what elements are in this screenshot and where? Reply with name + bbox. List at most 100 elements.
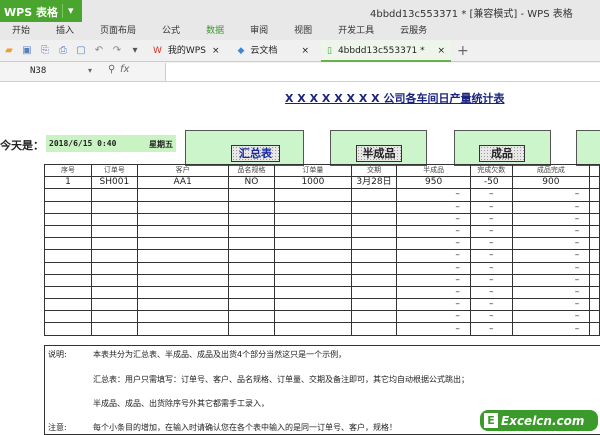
table-cell[interactable] bbox=[589, 188, 600, 202]
date-cell[interactable]: 2018/6/15 0:40 星期五 bbox=[46, 135, 176, 152]
table-cell[interactable]: – bbox=[396, 200, 471, 214]
column-header[interactable]: 订单号 bbox=[91, 163, 138, 178]
chevron-down-icon[interactable]: ▾ bbox=[88, 66, 92, 75]
more-dropdown-icon[interactable]: ▾ bbox=[129, 45, 141, 57]
table-cell[interactable]: – bbox=[469, 249, 513, 263]
table-cell[interactable] bbox=[43, 322, 93, 336]
column-header[interactable]: 成品完成 bbox=[511, 163, 591, 178]
menu-insert[interactable]: 插入 bbox=[56, 22, 74, 40]
table-cell[interactable] bbox=[227, 298, 276, 312]
table-cell[interactable]: – bbox=[511, 224, 591, 239]
table-cell[interactable] bbox=[136, 188, 229, 202]
table-cell[interactable]: – bbox=[396, 261, 471, 275]
tab-my-wps[interactable]: W 我的WPS × bbox=[147, 40, 226, 62]
table-cell[interactable]: – bbox=[511, 310, 591, 324]
table-cell[interactable] bbox=[227, 310, 276, 324]
table-cell[interactable] bbox=[350, 298, 398, 312]
table-cell[interactable] bbox=[589, 273, 600, 287]
table-cell[interactable] bbox=[589, 261, 600, 275]
table-cell[interactable] bbox=[350, 224, 398, 239]
close-icon[interactable]: × bbox=[212, 40, 220, 62]
table-cell[interactable]: – bbox=[469, 273, 513, 287]
fx-icon[interactable]: fx bbox=[120, 64, 129, 75]
table-cell[interactable] bbox=[91, 212, 138, 226]
table-cell[interactable] bbox=[227, 188, 276, 202]
table-cell[interactable] bbox=[136, 298, 229, 312]
table-cell[interactable] bbox=[136, 224, 229, 239]
table-cell[interactable]: – bbox=[511, 237, 591, 251]
table-cell[interactable] bbox=[91, 200, 138, 214]
table-cell[interactable] bbox=[227, 261, 276, 275]
table-cell[interactable] bbox=[136, 261, 229, 275]
table-cell[interactable] bbox=[589, 298, 600, 312]
column-header[interactable]: 完成欠数 bbox=[469, 163, 513, 178]
table-cell[interactable]: SH001 bbox=[91, 176, 138, 190]
table-cell[interactable] bbox=[589, 285, 600, 300]
table-cell[interactable] bbox=[136, 212, 229, 226]
table-cell[interactable] bbox=[350, 261, 398, 275]
table-cell[interactable]: 950 bbox=[396, 176, 471, 190]
table-cell[interactable] bbox=[274, 237, 352, 251]
table-cell[interactable]: – bbox=[511, 273, 591, 287]
summary-button[interactable]: 汇总表 bbox=[231, 145, 280, 162]
table-cell[interactable]: 1 bbox=[43, 176, 93, 190]
table-cell[interactable] bbox=[43, 261, 93, 275]
table-cell[interactable] bbox=[589, 224, 600, 239]
table-cell[interactable] bbox=[43, 249, 93, 263]
print-preview-icon[interactable]: ▢ bbox=[75, 45, 87, 57]
table-cell[interactable] bbox=[350, 310, 398, 324]
table-cell[interactable]: – bbox=[396, 249, 471, 263]
table-cell[interactable]: NO bbox=[227, 176, 276, 190]
table-cell[interactable]: – bbox=[396, 224, 471, 239]
table-cell[interactable] bbox=[91, 273, 138, 287]
table-cell[interactable]: – bbox=[469, 188, 513, 202]
table-cell[interactable] bbox=[91, 237, 138, 251]
table-cell[interactable]: – bbox=[511, 200, 591, 214]
table-cell[interactable] bbox=[227, 200, 276, 214]
table-cell[interactable] bbox=[227, 237, 276, 251]
table-cell[interactable]: – bbox=[469, 200, 513, 214]
table-cell[interactable] bbox=[43, 237, 93, 251]
table-cell[interactable]: – bbox=[469, 212, 513, 226]
table-cell[interactable] bbox=[274, 261, 352, 275]
table-cell[interactable] bbox=[589, 249, 600, 263]
table-cell[interactable] bbox=[589, 310, 600, 324]
table-cell[interactable] bbox=[350, 200, 398, 214]
table-cell[interactable] bbox=[136, 310, 229, 324]
table-cell[interactable] bbox=[350, 249, 398, 263]
table-cell[interactable] bbox=[227, 249, 276, 263]
table-cell[interactable]: – bbox=[469, 224, 513, 239]
table-cell[interactable]: – bbox=[469, 261, 513, 275]
table-cell[interactable] bbox=[274, 200, 352, 214]
table-cell[interactable] bbox=[589, 237, 600, 251]
table-cell[interactable]: – bbox=[511, 322, 591, 336]
zoom-search-icon[interactable]: ⚲ bbox=[108, 64, 115, 75]
name-box[interactable]: N38 bbox=[0, 64, 100, 80]
table-cell[interactable]: – bbox=[511, 249, 591, 263]
formula-input[interactable] bbox=[165, 63, 600, 81]
table-cell[interactable] bbox=[227, 224, 276, 239]
table-cell[interactable]: – bbox=[511, 212, 591, 226]
table-cell[interactable] bbox=[350, 212, 398, 226]
table-cell[interactable]: – bbox=[396, 322, 471, 336]
save-icon[interactable]: ▣ bbox=[21, 45, 33, 57]
menu-developer[interactable]: 开发工具 bbox=[338, 22, 374, 40]
table-cell[interactable]: – bbox=[396, 298, 471, 312]
table-cell[interactable] bbox=[589, 212, 600, 226]
table-cell[interactable]: 900 bbox=[511, 176, 591, 190]
table-cell[interactable] bbox=[43, 310, 93, 324]
table-cell[interactable] bbox=[136, 249, 229, 263]
menu-start[interactable]: 开始 bbox=[12, 22, 30, 40]
menu-page-layout[interactable]: 页面布局 bbox=[100, 22, 136, 40]
table-cell[interactable] bbox=[91, 310, 138, 324]
table-cell[interactable] bbox=[350, 188, 398, 202]
export-pdf-icon[interactable]: ⎘ bbox=[39, 45, 51, 57]
table-cell[interactable] bbox=[274, 212, 352, 226]
table-cell[interactable] bbox=[91, 298, 138, 312]
table-cell[interactable] bbox=[227, 285, 276, 300]
table-cell[interactable] bbox=[91, 249, 138, 263]
table-cell[interactable] bbox=[91, 224, 138, 239]
table-cell[interactable]: 1000 bbox=[274, 176, 352, 190]
menu-view[interactable]: 视图 bbox=[294, 22, 312, 40]
column-header[interactable]: 交期 bbox=[350, 163, 398, 178]
